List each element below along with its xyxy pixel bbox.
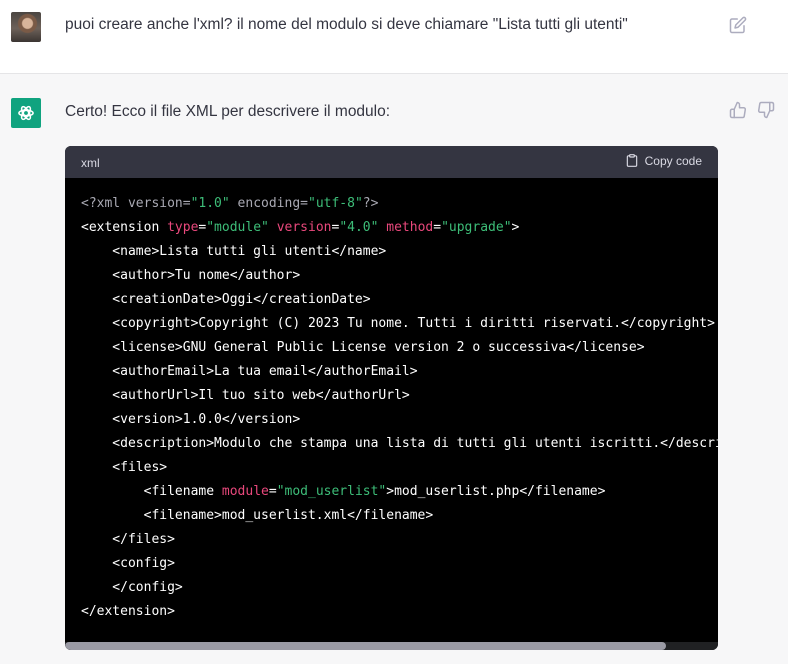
code-token: =: [268, 484, 277, 499]
code-token: "module": [206, 220, 269, 235]
code-content[interactable]: <?xml version="1.0" encoding="utf-8"?> <e…: [81, 192, 718, 632]
code-line: <version>1.0.0</version>: [81, 408, 718, 432]
code-token: <license>GNU General Public License vers…: [81, 340, 645, 355]
code-token: <filename: [81, 484, 222, 499]
code-line: <filename>mod_userlist.xml</filename>: [81, 504, 718, 528]
code-token: module: [221, 484, 269, 499]
code-line: <copyright>Copyright (C) 2023 Tu nome. T…: [81, 312, 718, 336]
copy-code-button[interactable]: Copy code: [625, 153, 702, 168]
code-token: ?>: [362, 196, 379, 211]
edit-icon[interactable]: [729, 16, 747, 34]
code-line: <description>Modulo che stampa una lista…: [81, 432, 718, 456]
thumbs-down-icon[interactable]: [757, 101, 775, 119]
code-block: xml Copy code <?xml version="1.0" encodi…: [65, 146, 718, 650]
code-token: <author>Tu nome</author>: [81, 268, 301, 283]
code-line: <name>Lista tutti gli utenti</name>: [81, 240, 718, 264]
code-token: </files>: [81, 532, 175, 547]
code-token: =: [433, 220, 442, 235]
code-token: >mod_userlist.php</filename>: [386, 484, 606, 499]
code-token: <config>: [81, 556, 175, 571]
code-token: <authorUrl>Il tuo sito web</authorUrl>: [81, 388, 410, 403]
code-block-header: xml Copy code: [65, 146, 718, 178]
code-token: "utf-8": [308, 196, 363, 211]
code-line: <config>: [81, 552, 718, 576]
code-token: <creationDate>Oggi</creationDate>: [81, 292, 371, 307]
user-message-row: puoi creare anche l'xml? il nome del mod…: [0, 0, 788, 74]
code-line: <creationDate>Oggi</creationDate>: [81, 288, 718, 312]
code-token: </config>: [81, 580, 183, 595]
code-line: </config>: [81, 576, 718, 600]
code-token: version: [276, 220, 332, 235]
code-token: >: [511, 220, 520, 235]
code-language-label: xml: [81, 156, 100, 170]
code-line: <filename module="mod_userlist">mod_user…: [81, 480, 718, 504]
code-token: <description>Modulo che stampa una lista…: [81, 436, 718, 451]
horizontal-scrollbar[interactable]: [65, 642, 718, 650]
code-token: </extension>: [81, 604, 175, 619]
code-line: <author>Tu nome</author>: [81, 264, 718, 288]
user-avatar: [11, 12, 41, 42]
copy-code-label: Copy code: [644, 153, 702, 168]
code-token: <name>Lista tutti gli utenti</name>: [81, 244, 387, 259]
code-line: </files>: [81, 528, 718, 552]
thumbs-up-icon[interactable]: [729, 101, 747, 119]
code-token: method: [386, 220, 434, 235]
code-token: <authorEmail>La tua email</authorEmail>: [81, 364, 418, 379]
code-token: <files>: [81, 460, 168, 475]
code-line: <extension type="module" version="4.0" m…: [81, 216, 718, 240]
code-token: <copyright>Copyright (C) 2023 Tu nome. T…: [81, 316, 715, 331]
code-line: <files>: [81, 456, 718, 480]
assistant-message-row: Certo! Ecco il file XML per descrivere i…: [0, 74, 788, 664]
openai-logo-icon: [11, 98, 41, 128]
code-token: <filename>mod_userlist.xml</filename>: [81, 508, 434, 523]
code-token: "upgrade": [441, 220, 512, 235]
code-line: <license>GNU General Public License vers…: [81, 336, 718, 360]
code-token: "4.0": [339, 220, 379, 235]
code-token: "mod_userlist": [276, 484, 387, 499]
code-token: type: [167, 220, 199, 235]
scrollbar-thumb[interactable]: [65, 642, 666, 650]
code-line: <?xml version="1.0" encoding="utf-8"?>: [81, 192, 718, 216]
code-token: <version>1.0.0</version>: [81, 412, 301, 427]
assistant-intro-text: Certo! Ecco il file XML per descrivere i…: [65, 103, 391, 120]
code-token: <extension: [81, 220, 168, 235]
code-line: <authorEmail>La tua email</authorEmail>: [81, 360, 718, 384]
code-token: encoding=: [229, 196, 308, 211]
clipboard-icon: [626, 154, 637, 167]
code-line: </extension>: [81, 600, 718, 624]
code-token: "1.0": [190, 196, 230, 211]
code-token: <?xml version=: [81, 196, 191, 211]
code-line: <authorUrl>Il tuo sito web</authorUrl>: [81, 384, 718, 408]
user-message-text: puoi creare anche l'xml? il nome del mod…: [65, 16, 628, 33]
